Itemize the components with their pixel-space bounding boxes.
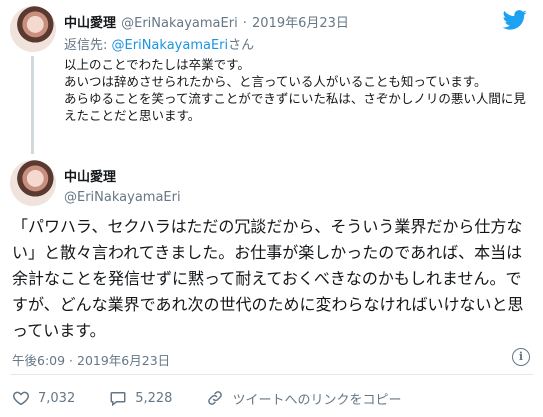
reply-author-avatar[interactable]	[10, 6, 56, 52]
like-button[interactable]: 7,032	[12, 389, 75, 407]
reply-author-name[interactable]: 中山愛理	[64, 16, 116, 31]
reply-tweet-text: 以上のことでわたしは卒業です。 あいつは辞めさせられたから、と言っている人がいる…	[64, 57, 526, 123]
reply-date[interactable]: 2019年6月23日	[252, 16, 349, 31]
twitter-bird-icon[interactable]	[503, 10, 527, 30]
main-author-name-row: 中山愛理	[64, 166, 116, 185]
comment-count: 5,228	[135, 390, 173, 406]
main-tweet-text: 「パワハラ、セクハラはただの冗談だから、そういう業界だから仕方ない」と散々言われ…	[12, 217, 524, 340]
reply-tweet-header: 中山愛理 @EriNakayamaEri · 2019年6月23日	[64, 12, 349, 31]
comment-bubble-icon	[110, 392, 126, 407]
main-author-name[interactable]: 中山愛理	[64, 170, 116, 185]
like-count: 7,032	[38, 390, 76, 406]
reply-author-handle[interactable]: @EriNakayamaEri	[121, 16, 238, 31]
thread-connector-line	[31, 56, 34, 154]
copy-link-label: ツイートへのリンクをコピー	[232, 392, 402, 408]
tweet-actions: 7,032 5,228 ツイートへのリンクをコピー	[12, 388, 435, 408]
link-icon	[208, 391, 223, 405]
main-author-avatar[interactable]	[10, 160, 56, 206]
main-tweet-timestamp[interactable]: 午後6:09 · 2019年6月23日	[12, 350, 170, 369]
info-icon[interactable]: i	[512, 348, 530, 366]
reply-separator: ·	[242, 16, 247, 31]
reply-to-handle-link[interactable]: @EriNakayamaEri	[112, 38, 229, 53]
main-author-handle-row: @EriNakayamaEri	[64, 186, 181, 205]
main-author-handle[interactable]: @EriNakayamaEri	[64, 190, 181, 205]
reply-to-line: 返信先: @EriNakayamaEriさん	[64, 34, 254, 53]
reply-to-suffix: さん	[228, 38, 255, 53]
heart-icon	[13, 391, 29, 406]
divider	[10, 374, 533, 375]
reply-to-label: 返信先:	[64, 38, 108, 53]
comment-button[interactable]: 5,228	[109, 389, 172, 407]
copy-link-button[interactable]: ツイートへのリンクをコピー	[206, 389, 401, 408]
